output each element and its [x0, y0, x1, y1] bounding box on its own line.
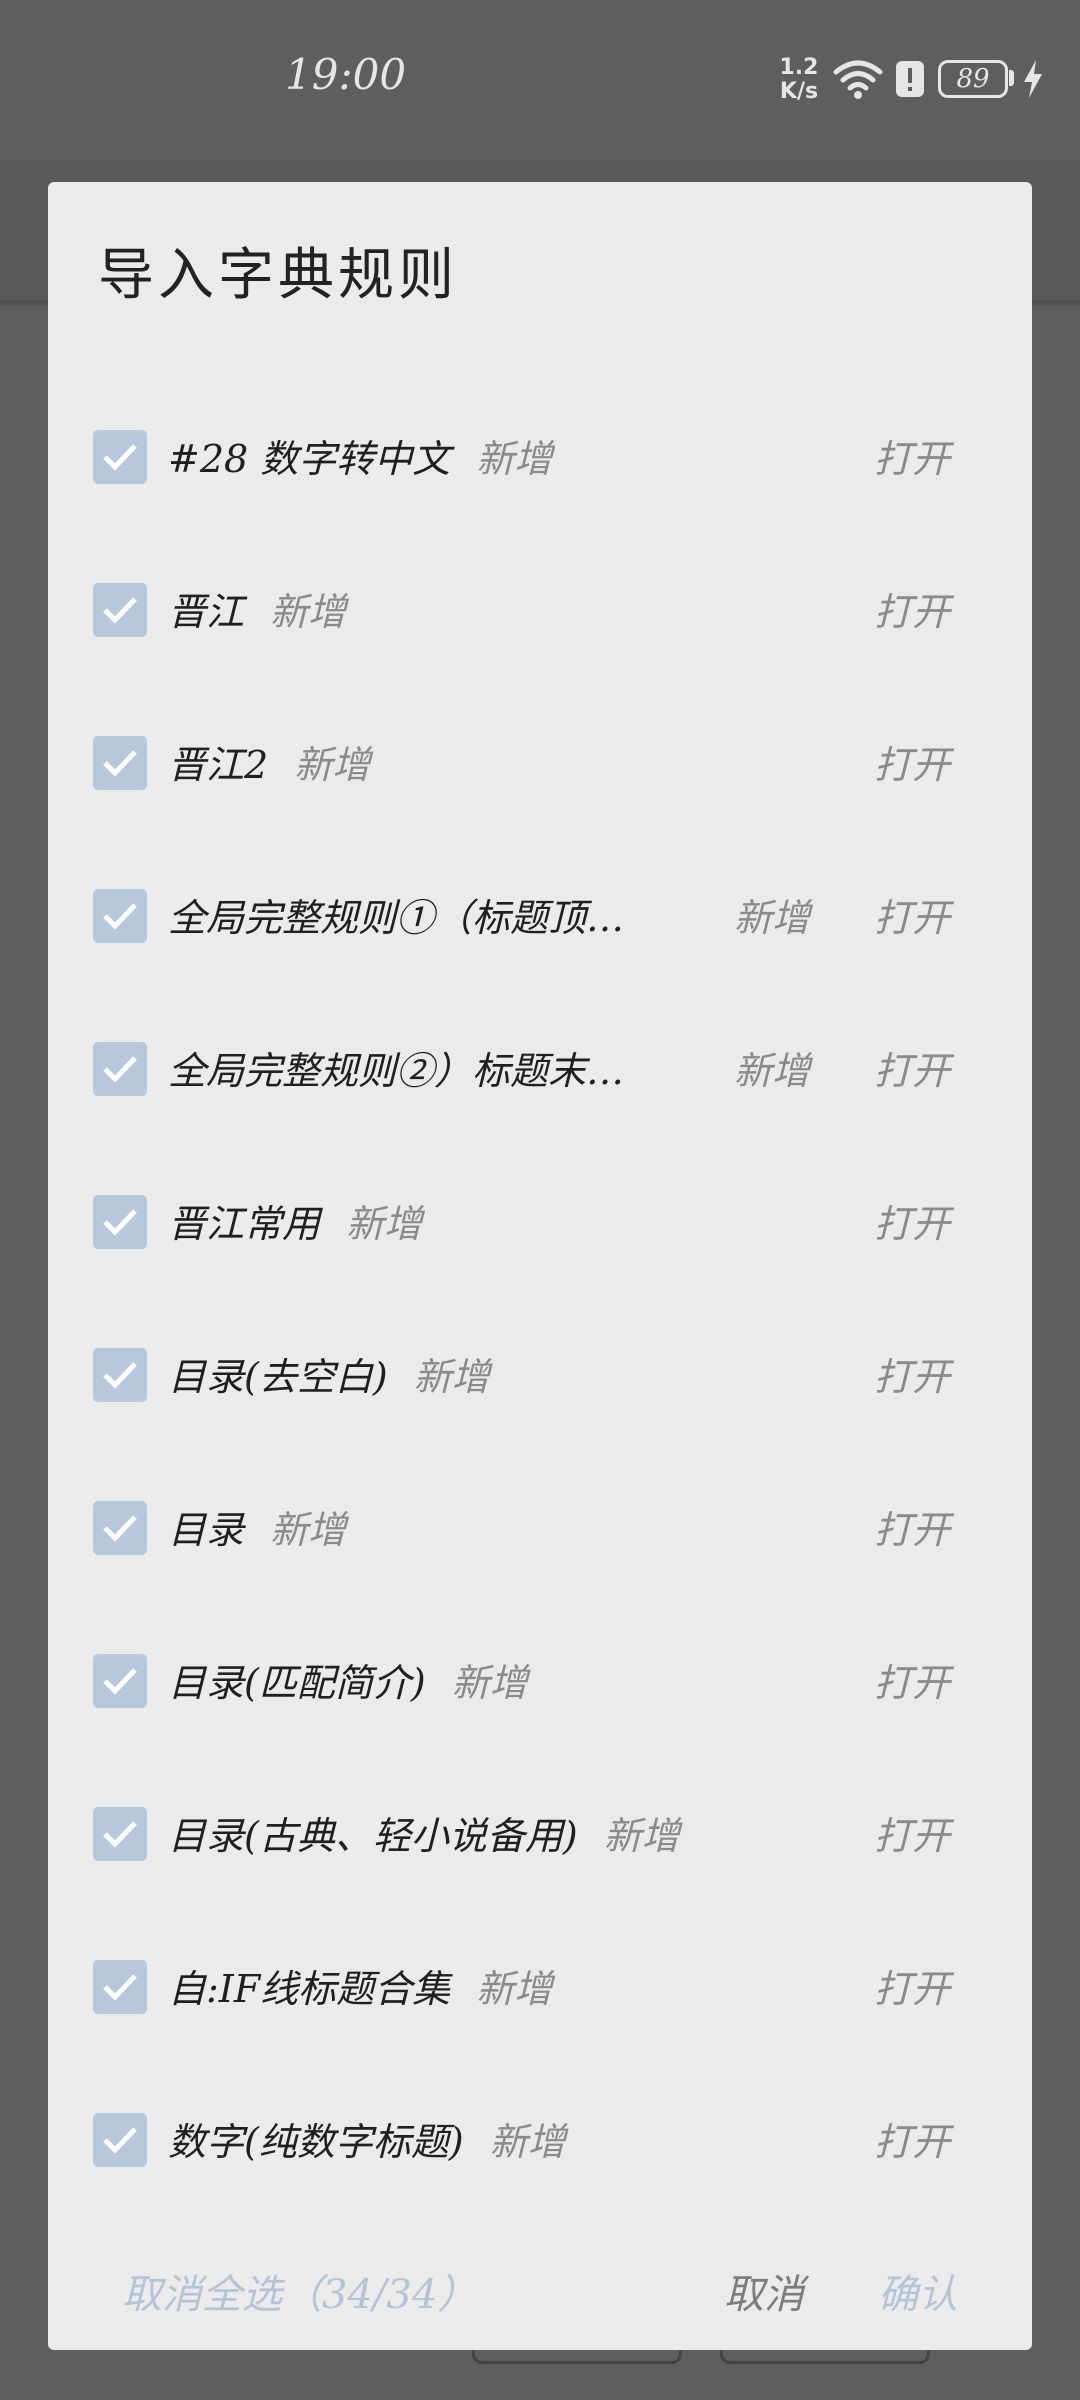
checkmark-icon: [103, 1974, 137, 2001]
rule-status: 新增: [489, 2120, 566, 2164]
checkmark-icon: [103, 1056, 137, 1083]
rule-name: 全局完整规则②）标题末…: [168, 1049, 625, 1093]
rule-name-wrap: 目录(古典、轻小说备用) 新增: [168, 1805, 680, 1860]
rule-status: 新增: [476, 437, 553, 481]
rule-checkbox[interactable]: [93, 736, 147, 790]
rule-row[interactable]: 自:IF线标题合集 新增 打开: [48, 1912, 1032, 2065]
rule-open-button[interactable]: 打开: [874, 887, 950, 942]
rule-open-button[interactable]: 打开: [874, 1958, 950, 2013]
rule-name-wrap: 数字(纯数字标题) 新增: [168, 2111, 566, 2166]
network-speed-value: 1.2: [779, 55, 819, 80]
rule-checkbox[interactable]: [93, 1501, 147, 1555]
rule-open-button[interactable]: 打开: [874, 1652, 950, 1707]
import-dict-rules-dialog: 导入字典规则 #28 数字转中文 新增 打开 晋江 新增 打开 晋江2 新增 打开 全…: [48, 182, 1032, 2350]
rule-name: 目录(匹配简介): [168, 1661, 426, 1705]
rule-checkbox[interactable]: [93, 1348, 147, 1402]
rule-name: 目录(去空白): [168, 1355, 388, 1399]
status-time: 19:00: [285, 50, 407, 99]
cancel-button[interactable]: 取消: [724, 2262, 804, 2320]
rule-checkbox[interactable]: [93, 583, 147, 637]
battery-level: 89: [956, 64, 990, 94]
status-bar: 19:00 1.2 K/s 89: [0, 0, 1080, 160]
rule-checkbox[interactable]: [93, 1042, 147, 1096]
rule-status: 新增: [451, 1661, 528, 1705]
checkmark-icon: [103, 444, 137, 471]
rule-name-wrap: 目录 新增: [168, 1499, 346, 1554]
checkmark-icon: [103, 1821, 137, 1848]
battery-icon: 89: [938, 60, 1008, 98]
dialog-title: 导入字典规则: [98, 243, 458, 308]
checkmark-icon: [103, 1362, 137, 1389]
rule-row[interactable]: #28 数字转中文 新增 打开: [48, 382, 1032, 535]
rule-checkbox[interactable]: [93, 430, 147, 484]
rule-name: 自:IF线标题合集: [168, 1967, 451, 2011]
rule-checkbox[interactable]: [93, 1960, 147, 2014]
rule-status: 新增: [294, 743, 371, 787]
rule-row[interactable]: 全局完整规则②）标题末… 新增 打开: [48, 994, 1032, 1147]
rule-status: 新增: [413, 1355, 490, 1399]
rule-status: 新增: [476, 1967, 553, 2011]
rule-status: 新增: [603, 1814, 680, 1858]
rule-row[interactable]: 目录(古典、轻小说备用) 新增 打开: [48, 1759, 1032, 1912]
rule-name-wrap: 目录(匹配简介) 新增: [168, 1652, 528, 1707]
rule-name-wrap: 目录(去空白) 新增: [168, 1346, 490, 1401]
rule-checkbox[interactable]: [93, 1654, 147, 1708]
confirm-button[interactable]: 确认: [878, 2262, 958, 2320]
checkmark-icon: [103, 1668, 137, 1695]
rule-open-button[interactable]: 打开: [874, 1040, 950, 1095]
rule-checkbox[interactable]: [93, 1195, 147, 1249]
rule-row[interactable]: 数字(纯数字标题) 新增 打开: [48, 2065, 1032, 2218]
checkmark-icon: [103, 750, 137, 777]
rule-row[interactable]: 目录(去空白) 新增 打开: [48, 1300, 1032, 1453]
rule-status: 新增: [734, 1049, 811, 1093]
rule-name-wrap: 晋江常用 新增: [168, 1193, 422, 1248]
rule-row[interactable]: 目录 新增 打开: [48, 1453, 1032, 1606]
rule-name-wrap: 晋江 新增: [168, 581, 346, 636]
rule-row[interactable]: 晋江2 新增 打开: [48, 688, 1032, 841]
rule-open-button[interactable]: 打开: [874, 2111, 950, 2166]
rule-open-button[interactable]: 打开: [874, 1499, 950, 1554]
checkmark-icon: [103, 1209, 137, 1236]
rule-name-wrap: 晋江2 新增: [168, 734, 370, 789]
rule-checkbox[interactable]: [93, 1807, 147, 1861]
rule-name: 晋江2: [168, 743, 269, 787]
rule-name: 晋江: [168, 590, 245, 634]
rule-status: 新增: [270, 1508, 347, 1552]
rule-row[interactable]: 晋江 新增 打开: [48, 535, 1032, 688]
dialog-footer: 取消全选（34/34） 取消 确认: [48, 2262, 1032, 2332]
rule-name: 全局完整规则①（标题顶…: [168, 896, 625, 940]
rule-row[interactable]: 晋江常用 新增 打开: [48, 1147, 1032, 1300]
rule-name-wrap: 自:IF线标题合集 新增: [168, 1958, 552, 2013]
rule-row[interactable]: 全局完整规则①（标题顶… 新增 打开: [48, 841, 1032, 994]
rule-open-button[interactable]: 打开: [874, 1193, 950, 1248]
network-speed: 1.2 K/s: [775, 56, 823, 104]
rule-name: 数字(纯数字标题): [168, 2120, 464, 2164]
checkmark-icon: [103, 597, 137, 624]
checkmark-icon: [103, 903, 137, 930]
rule-name-wrap: #28 数字转中文 新增: [168, 428, 552, 483]
rule-name: 晋江常用: [168, 1202, 321, 1246]
rule-checkbox[interactable]: [93, 2113, 147, 2167]
checkmark-icon: [103, 2127, 137, 2154]
rule-checkbox[interactable]: [93, 889, 147, 943]
checkmark-icon: [103, 1515, 137, 1542]
rule-open-button[interactable]: 打开: [874, 581, 950, 636]
rule-status: 新增: [270, 590, 347, 634]
rule-open-button[interactable]: 打开: [874, 734, 950, 789]
rule-name: #28 数字转中文: [168, 437, 451, 481]
charging-bolt-icon: [1024, 60, 1042, 98]
rule-name: 目录(古典、轻小说备用): [168, 1814, 578, 1858]
rule-status: 新增: [346, 1202, 423, 1246]
rule-open-button[interactable]: 打开: [874, 1805, 950, 1860]
battery-tip: [1009, 70, 1014, 86]
alert-icon: [896, 61, 924, 97]
rule-open-button[interactable]: 打开: [874, 1346, 950, 1401]
wifi-icon: [833, 60, 883, 99]
rule-row[interactable]: 目录(匹配简介) 新增 打开: [48, 1606, 1032, 1759]
rule-name: 目录: [168, 1508, 245, 1552]
rule-open-button[interactable]: 打开: [874, 428, 950, 483]
rule-status: 新增: [734, 896, 811, 940]
network-speed-unit: K/s: [779, 79, 819, 104]
deselect-all-button[interactable]: 取消全选（34/34）: [122, 2262, 477, 2320]
